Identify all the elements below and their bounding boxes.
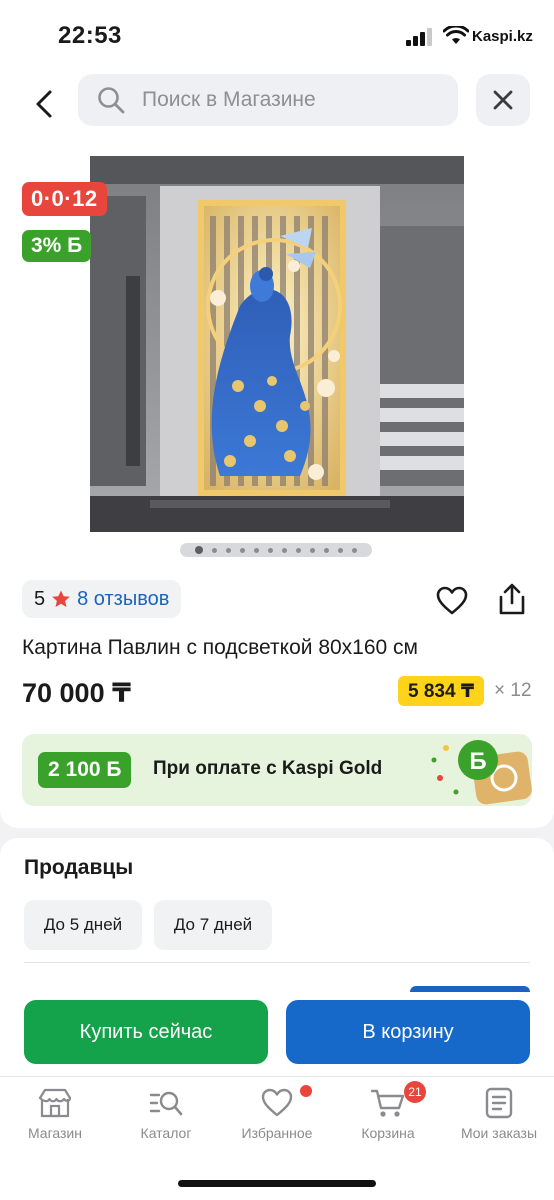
tab-label: Магазин <box>27 1125 82 1141</box>
tab-label: Корзина <box>361 1125 415 1141</box>
gallery-dot[interactable] <box>296 547 301 553</box>
add-to-cart-button[interactable]: В корзину <box>286 1000 530 1064</box>
product-card: 0·0·12 3% Б 5 8 отзывов Картина Павлин с… <box>0 142 554 828</box>
back-button[interactable] <box>22 82 66 126</box>
rating-value: 5 <box>34 587 46 610</box>
kaspi-gold-card-icon: Б <box>431 740 532 805</box>
svg-text:Б: Б <box>469 748 486 775</box>
heart-icon <box>261 1088 293 1117</box>
wifi-icon <box>443 26 469 44</box>
gallery-pagination[interactable] <box>180 543 372 557</box>
gallery-dot[interactable] <box>240 547 245 553</box>
notification-dot <box>300 1085 312 1097</box>
tab-cart[interactable]: Корзина 21 <box>333 1081 443 1141</box>
divider <box>24 962 530 963</box>
gallery-dot[interactable] <box>212 547 217 553</box>
gallery-dot[interactable] <box>310 547 315 553</box>
product-price: 70 000 ₸ <box>22 678 131 708</box>
delivery-filter-7-days[interactable]: До 7 дней <box>154 900 272 950</box>
tab-label: Мои заказы <box>460 1125 538 1141</box>
kaspi-gold-text: При оплате с Kaspi Gold <box>153 758 383 779</box>
tab-label: Избранное <box>241 1125 313 1141</box>
product-title: Картина Павлин с подсветкой 80х160 см <box>22 636 418 659</box>
buy-now-button[interactable]: Купить сейчас <box>24 1000 268 1064</box>
tab-favorites[interactable]: Избранное <box>222 1085 332 1141</box>
search-icon <box>98 87 125 114</box>
gallery-dot[interactable] <box>254 547 259 553</box>
gallery-dot[interactable] <box>226 547 231 553</box>
store-icon <box>38 1088 72 1118</box>
search-header: Поиск в Магазине <box>0 70 554 142</box>
cellular-signal-icon <box>406 28 434 46</box>
sellers-title: Продавцы <box>24 856 134 879</box>
carrier-label: Kaspi.kz <box>472 28 533 45</box>
seller-offer-peek <box>410 986 530 992</box>
installment-months: × 12 <box>494 680 532 701</box>
orders-icon <box>485 1087 513 1119</box>
cart-icon <box>370 1089 405 1117</box>
rating-summary[interactable]: 5 8 отзывов <box>22 580 182 618</box>
peacock-painting-illustration <box>90 156 464 532</box>
gallery-dot[interactable] <box>338 547 343 553</box>
gallery-dot[interactable] <box>195 546 203 554</box>
kaspi-gold-banner[interactable]: 2 100 Б При оплате с Kaspi Gold Б <box>22 734 532 806</box>
tab-orders[interactable]: Мои заказы <box>444 1087 554 1141</box>
close-icon <box>493 90 513 110</box>
status-time: 22:53 <box>58 22 122 49</box>
gallery-dot[interactable] <box>352 547 357 553</box>
installment-badge: 0·0·12 <box>22 182 107 216</box>
share-icon[interactable] <box>496 582 528 616</box>
installment-price[interactable]: 5 834 ₸ <box>398 676 485 706</box>
favorite-heart-icon[interactable] <box>436 586 468 616</box>
search-placeholder: Поиск в Магазине <box>142 88 316 111</box>
gallery-dot[interactable] <box>268 547 273 553</box>
home-indicator <box>178 1180 376 1187</box>
tab-store[interactable]: Магазин <box>0 1087 110 1141</box>
search-input[interactable]: Поиск в Магазине <box>78 74 458 126</box>
kaspi-gold-bonus: 2 100 Б <box>38 752 132 788</box>
close-button[interactable] <box>476 74 530 126</box>
catalog-icon <box>149 1091 183 1116</box>
status-bar: 22:53 Kaspi.kz <box>0 0 554 70</box>
tab-label: Каталог <box>140 1125 192 1141</box>
product-image[interactable] <box>90 156 464 532</box>
star-icon <box>52 590 70 607</box>
reviews-link[interactable]: 8 отзывов <box>77 588 169 611</box>
cart-count-badge: 21 <box>404 1081 426 1103</box>
chevron-left-icon <box>36 90 52 118</box>
bonus-badge: 3% Б <box>22 230 92 262</box>
delivery-filter-5-days[interactable]: До 5 дней <box>24 900 142 950</box>
tab-catalog[interactable]: Каталог <box>111 1087 221 1141</box>
gallery-dot[interactable] <box>282 547 287 553</box>
gallery-dot[interactable] <box>324 547 329 553</box>
